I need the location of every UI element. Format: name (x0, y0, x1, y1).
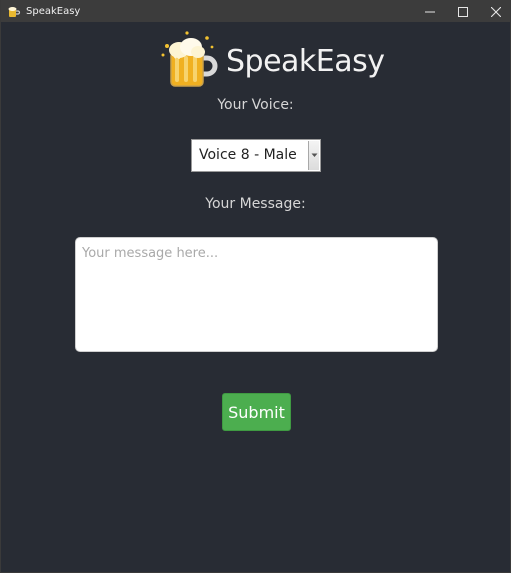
app-logo: SpeakEasy (157, 28, 385, 92)
voice-select[interactable]: Voice 8 - Male (191, 139, 321, 172)
title-bar[interactable]: SpeakEasy (1, 0, 510, 22)
close-button[interactable] (479, 0, 510, 22)
beer-mug-icon (157, 28, 221, 96)
window-controls (413, 0, 510, 22)
message-textarea[interactable]: Your message here... (75, 237, 438, 352)
close-icon (490, 2, 501, 21)
window-title: SpeakEasy (26, 5, 81, 17)
app-window: SpeakEasy SpeakEasy Your Voice: Voice 8 … (0, 0, 511, 573)
submit-button[interactable]: Submit (222, 393, 291, 431)
main-content: SpeakEasy Your Voice: Voice 8 - Male You… (1, 22, 510, 572)
chevron-down-icon[interactable] (308, 141, 319, 170)
message-label: Your Message: (205, 196, 306, 212)
minimize-icon (424, 2, 435, 21)
beer-mug-icon (7, 4, 21, 18)
voice-label: Your Voice: (217, 97, 294, 113)
app-name: SpeakEasy (226, 44, 385, 79)
voice-select-value: Voice 8 - Male (199, 147, 297, 163)
minimize-button[interactable] (413, 0, 446, 22)
message-placeholder: Your message here... (82, 246, 219, 261)
maximize-button[interactable] (446, 0, 479, 22)
maximize-icon (457, 2, 468, 21)
